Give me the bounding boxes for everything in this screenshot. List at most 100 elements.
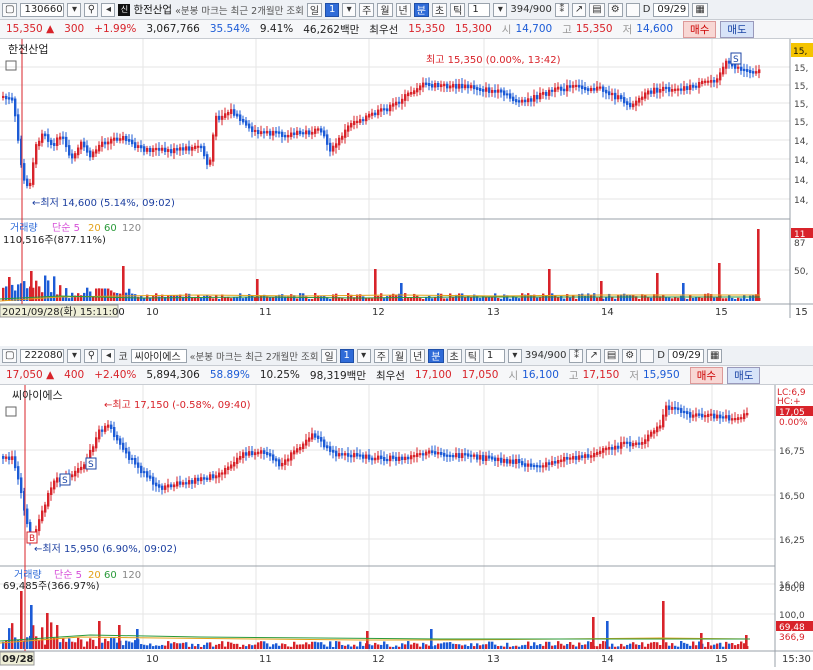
best-ask: 17,100 bbox=[414, 369, 452, 381]
date-checkbox[interactable] bbox=[640, 348, 655, 363]
sell-button[interactable]: 매도 bbox=[720, 20, 754, 38]
calendar-icon[interactable]: ▦ bbox=[706, 348, 723, 363]
candle bbox=[725, 415, 728, 419]
indicator-icon[interactable]: ⁑ bbox=[554, 2, 569, 17]
candle bbox=[758, 69, 761, 74]
candle bbox=[392, 103, 395, 107]
candle bbox=[353, 121, 356, 126]
period-count-button[interactable]: 1 bbox=[325, 2, 340, 17]
period-month-button[interactable]: 월 bbox=[391, 348, 408, 363]
date-input[interactable]: 09/29 bbox=[667, 348, 704, 363]
interval-input[interactable]: 1 bbox=[482, 348, 505, 363]
save-icon[interactable]: ▤ bbox=[603, 348, 620, 363]
svg-text:13: 13 bbox=[487, 307, 500, 318]
period-second-button[interactable]: 초 bbox=[446, 348, 462, 363]
buy-button[interactable]: 매수 bbox=[683, 20, 717, 38]
period-year-button[interactable]: 년 bbox=[395, 2, 411, 17]
candle bbox=[41, 510, 44, 522]
period-week-button[interactable]: 주 bbox=[373, 348, 389, 363]
window-icon[interactable]: ▢ bbox=[2, 348, 18, 363]
period-minute-button[interactable]: 분 bbox=[428, 348, 444, 363]
price-volume-chart[interactable]: 씨아이에스 ←최고 17,150 (-0.58%, 09:40) ←최저 15,… bbox=[0, 385, 813, 667]
chart-panel-cis: ▢ 222080 ▾ ⚲ ◂ 코 씨아이에스 «분봉 마크는 최근 2개월만 조… bbox=[0, 346, 813, 667]
chart-area[interactable]: 한전산업 최고 15,350 (0.00%, 13:42) ←최저 14,600… bbox=[0, 39, 813, 321]
candle bbox=[746, 69, 749, 72]
period-tick-button[interactable]: 틱 bbox=[450, 2, 466, 17]
candle bbox=[14, 456, 17, 469]
chart-menu-icon[interactable] bbox=[5, 60, 17, 71]
price-volume-chart[interactable]: 한전산업 최고 15,350 (0.00%, 13:42) ←최저 14,600… bbox=[0, 39, 813, 318]
interval-dropdown-icon[interactable]: ▾ bbox=[507, 348, 522, 363]
period-day-button[interactable]: 일 bbox=[321, 348, 337, 363]
candle bbox=[26, 508, 29, 525]
stock-code-input[interactable]: 222080 bbox=[20, 348, 65, 363]
indicator-icon[interactable]: ⁑ bbox=[569, 348, 584, 363]
drawing-tool-icon[interactable]: ↗ bbox=[571, 2, 587, 17]
buy-button[interactable]: 매수 bbox=[689, 366, 724, 384]
date-input[interactable]: 09/29 bbox=[653, 2, 690, 17]
code-dropdown-icon[interactable]: ▾ bbox=[67, 348, 82, 363]
save-icon[interactable]: ▤ bbox=[589, 2, 605, 17]
gear-icon[interactable]: ⚙ bbox=[607, 2, 623, 17]
candle bbox=[557, 460, 560, 464]
period-tick-button[interactable]: 틱 bbox=[464, 348, 480, 363]
gear-icon[interactable]: ⚙ bbox=[622, 348, 638, 363]
candle bbox=[611, 447, 614, 450]
volume-bar bbox=[560, 643, 563, 649]
stock-name-field[interactable]: 씨아이에스 bbox=[130, 348, 187, 363]
candle bbox=[632, 442, 635, 447]
period-minute-button[interactable]: 분 bbox=[413, 2, 429, 17]
window-icon[interactable]: ▢ bbox=[2, 2, 18, 17]
low-annotation: ←최저 14,600 (5.14%, 09:02) bbox=[32, 197, 175, 209]
candle bbox=[104, 425, 107, 432]
candle bbox=[515, 99, 518, 103]
candle bbox=[509, 459, 512, 464]
calendar-icon[interactable]: ▦ bbox=[692, 2, 708, 17]
period-year-button[interactable]: 년 bbox=[410, 348, 426, 363]
candle bbox=[377, 455, 380, 460]
period-month-button[interactable]: 월 bbox=[377, 2, 393, 17]
candle bbox=[254, 452, 257, 456]
candle bbox=[629, 102, 632, 108]
chart-area[interactable]: 씨아이에스 ←최고 17,150 (-0.58%, 09:40) ←최저 15,… bbox=[0, 385, 813, 670]
volume-bar bbox=[227, 641, 230, 649]
volume-bar bbox=[455, 644, 458, 649]
volume-bar bbox=[704, 646, 707, 649]
volume-bar bbox=[311, 298, 314, 301]
chart-menu-icon[interactable] bbox=[5, 406, 17, 417]
drawing-tool-icon[interactable]: ↗ bbox=[586, 348, 601, 363]
volume-bar bbox=[296, 644, 299, 649]
volume-bar bbox=[209, 296, 212, 301]
volume-bar bbox=[11, 623, 14, 649]
period-dropdown-icon[interactable]: ▾ bbox=[342, 2, 357, 17]
candle bbox=[410, 91, 413, 95]
volume-bar bbox=[700, 633, 703, 649]
sell-button[interactable]: 매도 bbox=[727, 366, 761, 384]
period-count-button[interactable]: 1 bbox=[339, 348, 354, 363]
interval-dropdown-icon[interactable]: ▾ bbox=[493, 2, 508, 17]
volume-bar bbox=[95, 288, 98, 301]
search-icon[interactable]: ⚲ bbox=[84, 2, 99, 17]
price-axis-labels: 15, 15, 15, 15, 14, 14, 14, 14, bbox=[794, 64, 808, 206]
period-dropdown-icon[interactable]: ▾ bbox=[356, 348, 371, 363]
stock-code-input[interactable]: 130660 bbox=[20, 2, 65, 17]
candle bbox=[272, 454, 275, 461]
sound-icon[interactable]: ◂ bbox=[101, 2, 116, 17]
code-dropdown-icon[interactable]: ▾ bbox=[67, 2, 82, 17]
candle bbox=[434, 451, 437, 455]
date-checkbox[interactable] bbox=[625, 2, 640, 17]
interval-input[interactable]: 1 bbox=[468, 2, 491, 17]
volume-axis-label-2: 100,0 bbox=[779, 611, 805, 621]
low-label: 저 bbox=[629, 369, 639, 382]
period-second-button[interactable]: 초 bbox=[431, 2, 448, 17]
volume-bar bbox=[539, 296, 542, 301]
period-day-button[interactable]: 일 bbox=[306, 2, 323, 17]
sound-icon[interactable]: ◂ bbox=[101, 348, 116, 363]
candle bbox=[647, 90, 650, 95]
period-week-button[interactable]: 주 bbox=[359, 2, 375, 17]
candle bbox=[344, 453, 347, 456]
volume-bar bbox=[470, 297, 473, 301]
volume-bar bbox=[125, 292, 128, 301]
search-icon[interactable]: ⚲ bbox=[84, 348, 99, 363]
trade-amount: 98,319백만 bbox=[309, 369, 366, 382]
